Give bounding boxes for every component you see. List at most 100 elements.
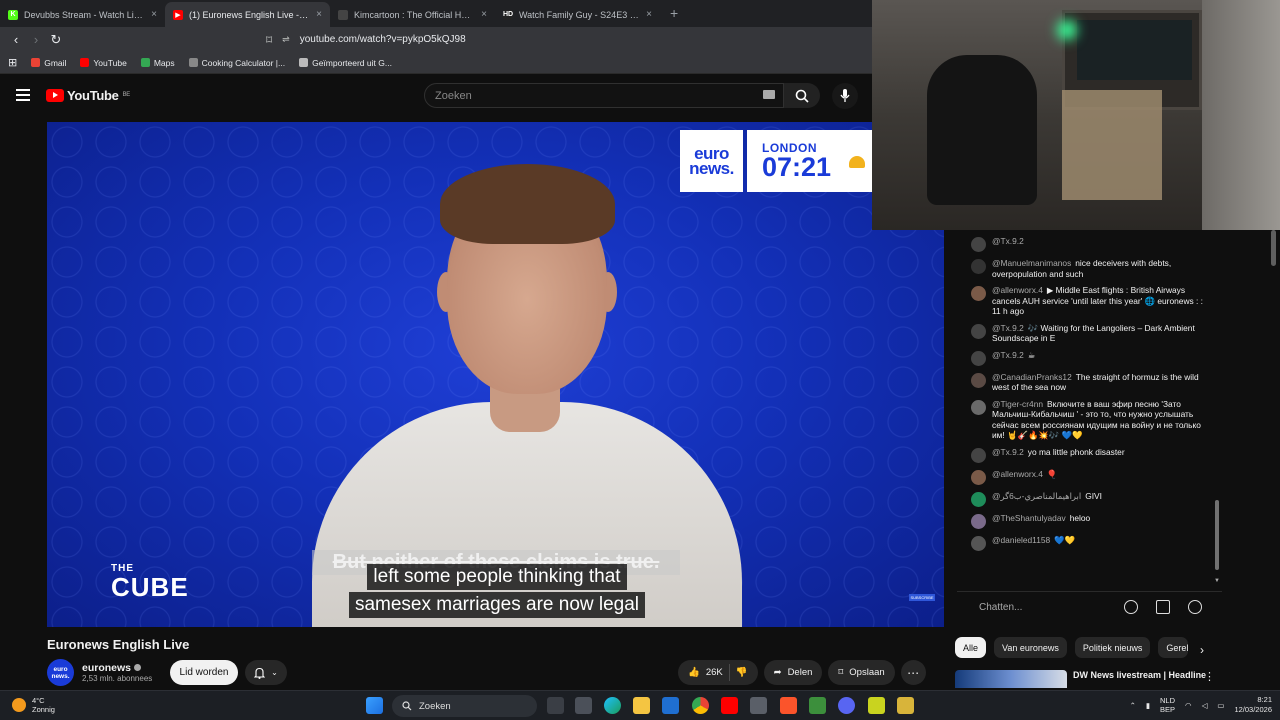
url-field[interactable]: ⌑ ⇌ youtube.com/watch?v=pykpO5kQJ98 [266,33,466,47]
chat-author[interactable]: @allenworx.4 [992,469,1043,479]
subscribe-watermark[interactable]: SUBSCRIBE [909,594,935,601]
language-indicator[interactable]: NLD BEP [1160,696,1175,714]
recommendation-thumbnail[interactable] [955,670,1067,688]
chat-author[interactable]: @TheShantulyadav [992,513,1066,523]
task-view-icon[interactable] [547,697,564,714]
start-icon[interactable] [366,697,383,714]
avatar[interactable] [971,237,986,252]
share-button[interactable]: ➦ Delen [763,660,823,685]
avatar[interactable] [971,259,986,274]
chat-author[interactable]: @Tx.9.2 [992,350,1024,360]
more-actions-button[interactable]: ⋯ [900,660,926,685]
back-icon[interactable]: ‹ [6,32,26,47]
volume-icon[interactable]: ◁ [1202,701,1208,710]
site-info-icon[interactable]: ⇌ [282,34,290,45]
chat-author[interactable]: @allenworx.4 [992,285,1043,295]
close-icon[interactable]: × [481,9,487,20]
chat-scrollbar[interactable] [1215,500,1219,570]
save-button[interactable]: ⌑ Opslaan [828,660,895,685]
like-button[interactable]: 👍 26K [688,667,723,678]
outlook-icon[interactable] [662,697,679,714]
avatar[interactable] [971,350,986,366]
chat-author[interactable]: @Manuelmanimanos [992,258,1071,268]
file-explorer-icon[interactable] [633,697,650,714]
chat-author[interactable]: @Tx.9.2 [992,447,1024,457]
chat-author[interactable]: @Tx.9.2 [992,323,1024,333]
channel-name[interactable]: euronews [82,662,152,674]
bookmark-star-icon[interactable]: ⌑ [266,33,272,47]
chat-input[interactable]: Chatten... [957,591,1222,623]
browser-tab[interactable]: HD Watch Family Guy - S24E3 | Online H × [495,2,660,27]
avatar[interactable] [971,399,986,415]
avatar[interactable] [971,286,986,301]
filter-chip[interactable]: Van euronews [994,637,1067,658]
avatar[interactable] [971,491,986,507]
brave-icon[interactable] [780,697,797,714]
chat-author[interactable]: @danieled1158 [992,535,1050,545]
avatar[interactable] [971,513,986,529]
voice-search-button[interactable] [832,83,858,109]
chevron-up-icon[interactable]: ⌃ [1130,701,1136,710]
chrome-icon[interactable] [692,697,709,714]
app-icon[interactable] [809,697,826,714]
taskbar-search[interactable]: Zoeken [392,695,537,717]
browser-tab[interactable]: ▶ (1) Euronews English Live - Yo × [165,2,330,27]
join-button[interactable]: Lid worden [170,660,238,685]
chevron-right-icon[interactable]: › [1200,643,1204,657]
emoji-icon[interactable] [1124,600,1138,614]
filter-chip[interactable]: Alle [955,637,987,658]
app-icon[interactable] [897,697,914,714]
chat-author[interactable]: @Tx.9.2 [992,236,1024,246]
taskbar-clock[interactable]: 8:21 12/03/2026 [1234,695,1272,715]
app-icon[interactable] [868,697,885,714]
edge-icon[interactable] [604,697,621,714]
search-input[interactable]: Zoeken [424,83,784,108]
avatar[interactable] [971,447,986,463]
live-chat[interactable]: @Tx.9.2 @Manuelmanimanos nice deceivers wi… [957,230,1222,590]
reload-icon[interactable]: ↻ [46,32,66,48]
recommendation-item[interactable]: DW News livestream | Headline ⋮ [955,670,1215,688]
widgets-icon[interactable] [575,697,592,714]
browser-tab[interactable]: Kimcartoon : The Official Home | kim × [330,2,495,27]
filter-chip[interactable]: Politiek nieuws [1074,637,1151,658]
close-icon[interactable]: × [151,9,157,20]
new-tab-icon[interactable]: + [660,5,688,27]
keyboard-icon[interactable] [763,90,775,99]
bookmark-item[interactable]: Maps [140,58,175,68]
recommendation-title[interactable]: DW News livestream | Headline [1073,670,1206,688]
channel-avatar[interactable]: euro news. [47,659,74,686]
dislike-button[interactable]: 👎 [736,667,748,678]
forward-icon[interactable]: › [26,32,46,47]
notification-bell-button[interactable]: ⌄ [245,660,287,685]
browser-tab[interactable]: K Devubbs Stream - Watch Live on × [0,2,165,27]
wifi-icon[interactable]: ◠ [1185,701,1192,710]
chat-author[interactable]: @CanadianPranks12 [992,372,1072,382]
close-icon[interactable]: × [646,9,652,20]
bookmark-item[interactable]: YouTube [80,58,127,68]
super-chat-icon[interactable] [1156,600,1170,614]
video-player[interactable]: euro news. LONDON 07:21 THE CUBE But nei… [47,122,944,627]
youtube-logo[interactable]: YouTube BE [46,88,130,103]
battery-icon[interactable]: ▮ [1146,701,1150,710]
avatar[interactable] [971,535,986,551]
more-icon[interactable]: ⋮ [1204,670,1215,683]
scroll-down-icon[interactable]: ▼ [1214,578,1220,584]
search-button[interactable] [784,83,820,108]
filter-chip[interactable]: Gerel [1158,637,1189,658]
chat-author[interactable]: @ابراهيمالمناصري-ب6گر [992,491,1081,501]
apps-grid-icon[interactable]: ⊞ [8,56,17,69]
page-scrollbar[interactable] [1271,230,1276,266]
avatar[interactable] [971,323,986,339]
heart-icon[interactable] [1188,600,1202,614]
avatar[interactable] [971,372,986,388]
menu-icon[interactable] [16,89,30,101]
bookmark-item[interactable]: Gmail [31,58,66,68]
chat-author[interactable]: @Tiger-cr4nn [992,399,1043,409]
avatar[interactable] [971,469,986,485]
calculator-icon[interactable] [750,697,767,714]
weather-widget[interactable]: 4°C Zonnig [12,696,55,714]
bookmark-item[interactable]: Cooking Calculator |... [188,58,285,68]
close-icon[interactable]: × [316,9,322,20]
youtube-app-icon[interactable] [721,697,738,714]
discord-icon[interactable] [838,697,855,714]
